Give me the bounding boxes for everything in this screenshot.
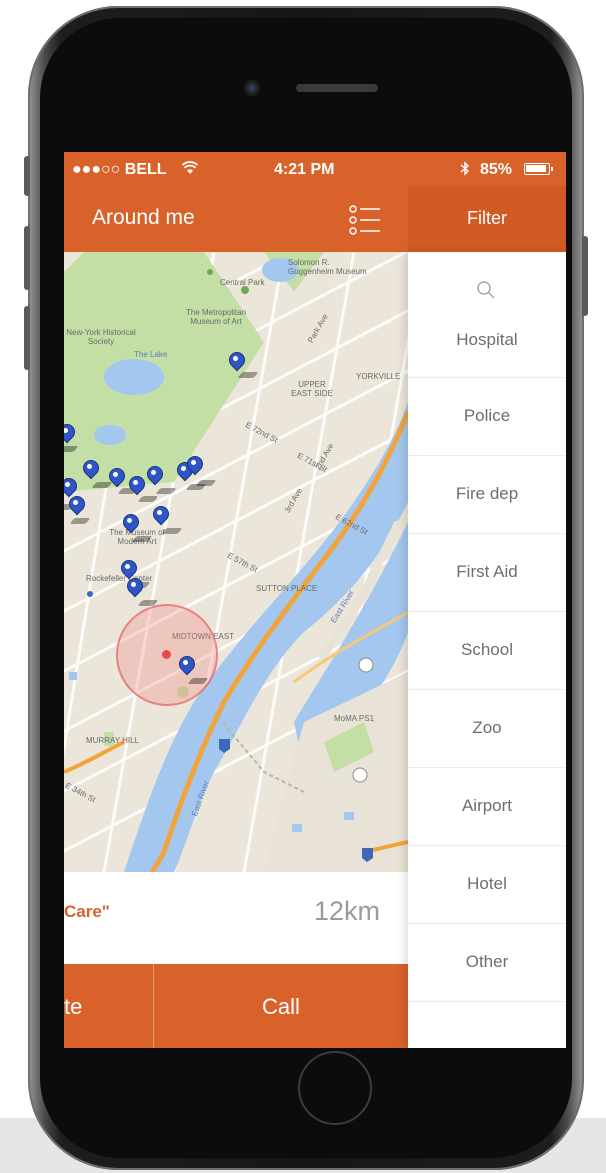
filter-item-fire-dep[interactable]: Fire dep (408, 456, 566, 534)
filter-item-first-aid[interactable]: First Aid (408, 534, 566, 612)
map-label-met: The Metropolitan Museum of Art (185, 308, 247, 326)
distance-label: 12km (313, 896, 380, 926)
filter-item-label: First Aid (456, 562, 518, 581)
current-location-dot (162, 650, 171, 659)
location-pin[interactable] (152, 506, 168, 528)
bluetooth-icon (460, 161, 470, 176)
filter-item-police[interactable]: Police (408, 378, 566, 456)
battery-icon (524, 163, 553, 175)
mute-switch (24, 156, 30, 196)
filter-item-label: Fire dep (455, 484, 519, 503)
place-info-row[interactable]: Care" 12km (64, 872, 408, 964)
map-label-the-lake: The Lake (134, 350, 168, 359)
map-label-upper-east-side: UPPER EAST SIDE (291, 380, 333, 398)
status-bar: ●●●○○ BELL 4:21 PM 85% (64, 152, 566, 186)
location-pin[interactable] (122, 514, 138, 536)
location-pin[interactable] (228, 352, 244, 374)
location-pin[interactable] (64, 424, 74, 446)
wifi-icon (182, 161, 198, 174)
front-camera (244, 80, 260, 96)
page-title: Around me (92, 206, 195, 229)
earpiece-speaker (296, 84, 378, 92)
filter-item-school[interactable]: School (408, 612, 566, 690)
volume-down-button (24, 306, 30, 370)
filter-item-airport[interactable]: Airport (408, 768, 566, 846)
filter-item-hotel[interactable]: Hotel (408, 846, 566, 924)
list-view-icon[interactable] (344, 200, 384, 240)
filter-item-label: Hospital (456, 330, 518, 349)
location-pin[interactable] (178, 656, 194, 678)
home-button[interactable] (298, 1051, 372, 1125)
map-label-guggenheim: Solomon R. Guggenheim Museum (288, 258, 367, 276)
map-label-sutton-place: SUTTON PLACE (256, 584, 318, 593)
map-label-murray-hill: MURRAY HILL (86, 736, 140, 745)
filter-item-zoo[interactable]: Zoo (408, 690, 566, 768)
filter-item-label: School (461, 640, 513, 659)
filter-item-hospital[interactable]: Hospital (408, 252, 566, 378)
phone-screen: ●●●○○ BELL 4:21 PM 85% Around me Filter (64, 152, 566, 1048)
map-label-central-park: Central Park (220, 278, 265, 287)
filter-title: Filter (467, 208, 507, 228)
filter-panel: Hospital Police Fire dep First Aid Schoo… (408, 252, 566, 1048)
battery-label: 85% (480, 161, 513, 178)
clock-label: 4:21 PM (274, 161, 335, 178)
action-bar: te Call (64, 964, 408, 1048)
location-pin[interactable] (126, 578, 142, 600)
filter-item-label: Zoo (472, 718, 502, 737)
call-button-label: Call (262, 994, 300, 1019)
filter-header: Filter (408, 186, 566, 252)
app-header: Around me (64, 186, 408, 252)
map-label-moma-ps1: MoMA PS1 (334, 714, 375, 723)
navigate-button-label: te (64, 994, 83, 1019)
volume-up-button (24, 226, 30, 290)
location-pin[interactable] (146, 466, 162, 488)
location-pin[interactable] (186, 456, 202, 478)
map-label-historical-society: New-York Historical Society (66, 328, 136, 346)
location-pin[interactable] (82, 460, 98, 482)
carrier-label: ●●●○○ BELL (72, 161, 167, 178)
call-button[interactable]: Call (154, 964, 408, 1048)
location-pin[interactable] (108, 468, 124, 490)
power-button (582, 236, 588, 316)
location-pin[interactable] (68, 496, 84, 518)
filter-item-other[interactable]: Other (408, 924, 566, 1002)
filter-item-label: Other (465, 952, 509, 971)
place-name: Care" (64, 902, 110, 921)
filter-item-label: Hotel (467, 874, 507, 893)
filter-item-label: Airport (461, 796, 513, 815)
map-label-yorkville: YORKVILLE (356, 372, 401, 381)
navigate-button[interactable]: te (64, 964, 154, 1048)
filter-item-label: Police (463, 406, 511, 425)
location-pin[interactable] (128, 476, 144, 498)
map-view[interactable]: Central Park Solomon R. Guggenheim Museu… (64, 252, 408, 872)
